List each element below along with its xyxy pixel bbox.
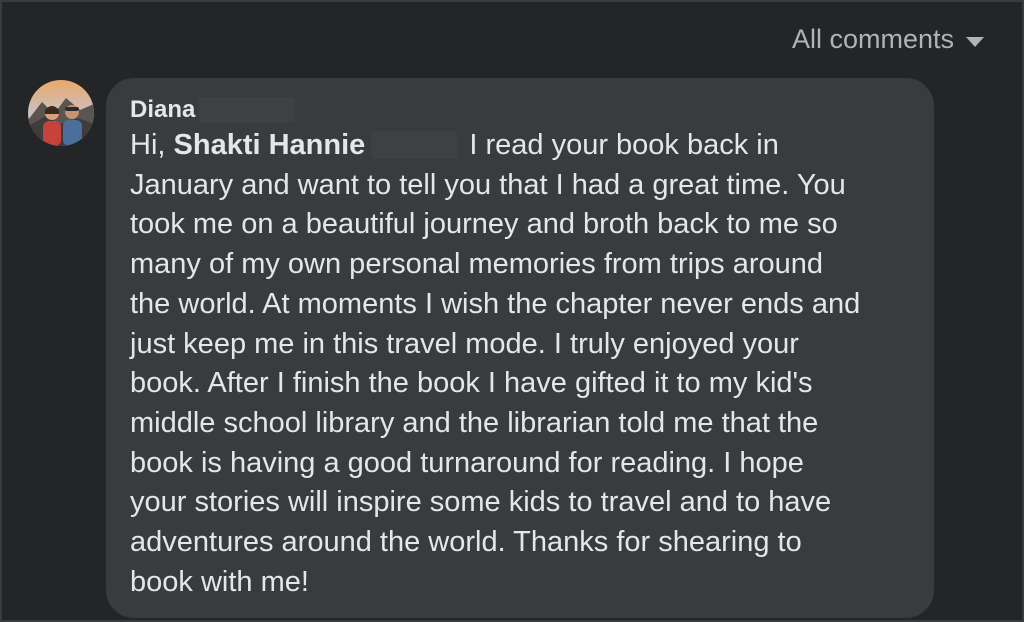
comment-line: adventures around the world. Thanks for … — [130, 526, 802, 559]
avatar[interactable] — [28, 80, 94, 146]
profile-photo-icon — [28, 80, 94, 146]
comment-line: January and want to tell you that I had … — [130, 168, 846, 201]
redacted-mention-surname — [371, 131, 458, 159]
redacted-surname — [199, 97, 296, 123]
comment-line: your stories will inspire some kids to t… — [130, 486, 832, 519]
comment-line: many of my own personal memories from tr… — [130, 248, 824, 281]
comment-line: the world. At moments I wish the chapter… — [130, 287, 861, 320]
comment-sort-dropdown[interactable]: All comments — [792, 24, 984, 55]
caret-down-icon — [966, 36, 984, 47]
comment-body: Hi, Shakti Hannie I read your book back … — [130, 126, 910, 602]
mention-link[interactable]: Shakti Hannie — [174, 129, 366, 161]
comment-greeting: Hi, — [130, 129, 166, 161]
comment-line: book is having a good turnaround for rea… — [130, 446, 804, 479]
comment-bubble: Diana Hi, Shakti Hannie I read your book… — [106, 78, 934, 618]
comment-line-text: I read your book back in — [469, 129, 779, 161]
comment-author-name[interactable]: Diana — [130, 96, 195, 124]
comment-line: just keep me in this travel mode. I trul… — [130, 327, 799, 360]
comment-line: book with me! — [130, 565, 309, 598]
comment: Diana Hi, Shakti Hannie I read your book… — [28, 78, 934, 618]
comment-line: book. After I finish the book I have gif… — [130, 367, 813, 400]
comment-sort-label: All comments — [791, 24, 954, 54]
comment-line: middle school library and the librarian … — [130, 406, 819, 439]
comment-line: took me on a beautiful journey and broth… — [130, 208, 838, 241]
comment-line: Hi, Shakti Hannie I read your book back … — [130, 126, 910, 166]
